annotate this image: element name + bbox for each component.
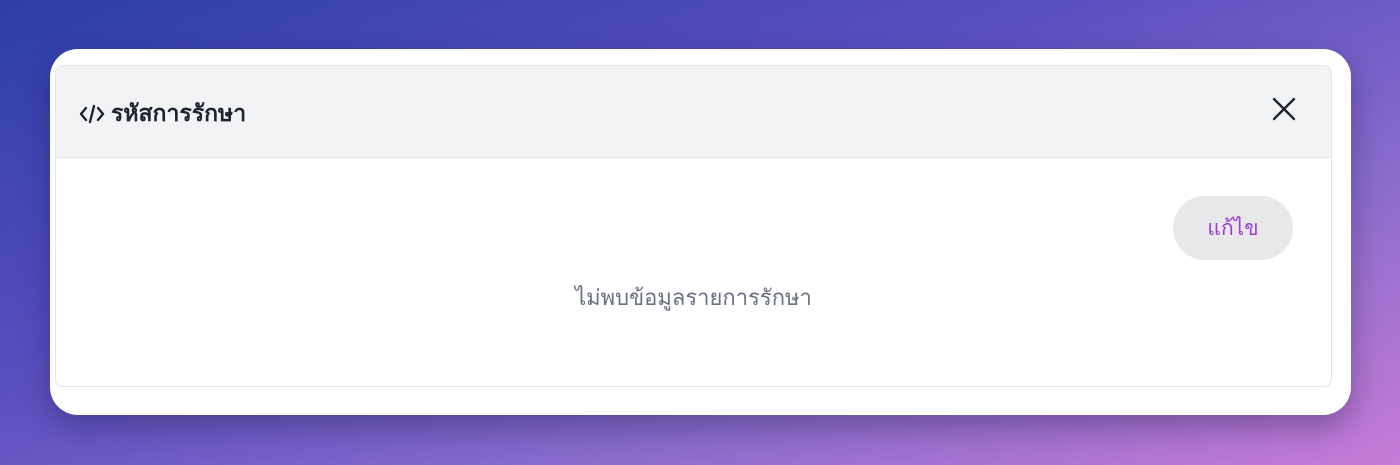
- code-icon: [79, 103, 105, 125]
- panel-title-group: รหัสการรักษา: [79, 96, 246, 132]
- modal-card: รหัสการรักษา แก้ไข ไม่พบข้อมูลรายการรักษ…: [50, 49, 1351, 415]
- panel-title: รหัสการรักษา: [111, 101, 247, 127]
- close-button[interactable]: [1267, 94, 1301, 128]
- treatment-code-panel: รหัสการรักษา แก้ไข ไม่พบข้อมูลรายการรักษ…: [55, 65, 1332, 387]
- close-icon: [1271, 96, 1297, 126]
- empty-state-message: ไม่พบข้อมูลรายการรักษา: [575, 286, 812, 311]
- panel-body: แก้ไข ไม่พบข้อมูลรายการรักษา: [56, 158, 1331, 386]
- panel-header: รหัสการรักษา: [56, 66, 1331, 158]
- edit-button[interactable]: แก้ไข: [1173, 196, 1293, 260]
